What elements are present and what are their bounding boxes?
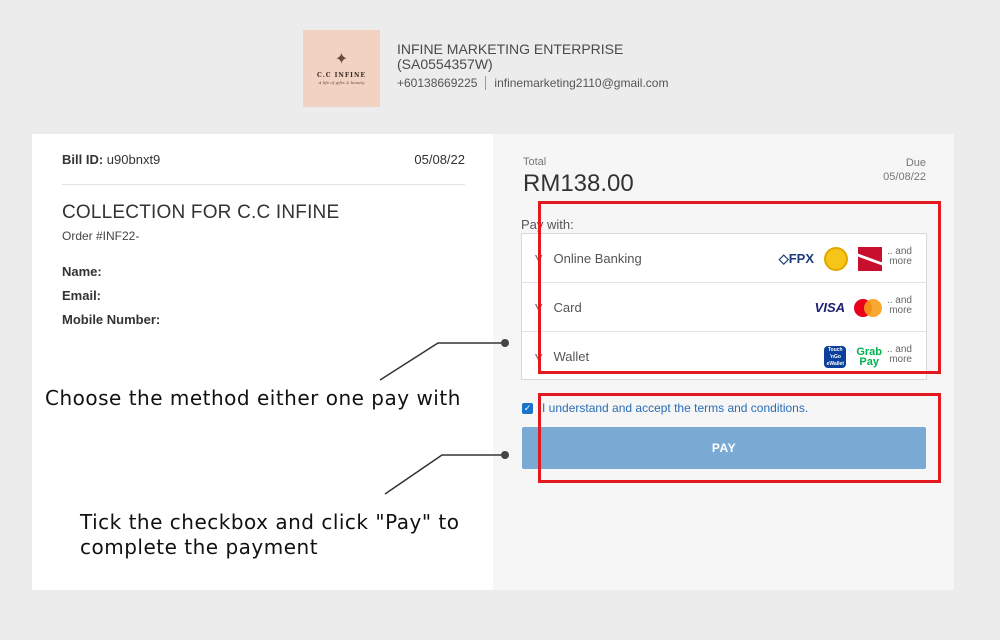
logo-name: C.C INFINE — [316, 72, 367, 79]
payment-panel: Total RM138.00 Due 05/08/22 Pay with: v … — [493, 134, 954, 590]
bill-divider — [62, 184, 465, 185]
due-label: Due — [905, 157, 926, 169]
merchant-name: INFINE MARKETING ENTERPRISE — [397, 41, 624, 57]
bill-id-row: Bill ID: u90bnxt9 05/08/22 — [62, 152, 465, 167]
annotation-choose-method: Choose the method either one pay with — [45, 386, 461, 410]
annotation-tick-line1: Tick the checkbox and click "Pay" to — [80, 510, 460, 534]
cake-icon: ✦ — [334, 51, 349, 68]
payment-methods-highlight — [538, 201, 941, 374]
terms-checkbox[interactable]: ✓ — [522, 402, 533, 414]
bill-id-label: Bill ID: — [62, 152, 104, 167]
collection-title: COLLECTION FOR C.C INFINE — [62, 202, 340, 223]
annotation-tick-pay: Tick the checkbox and click "Pay" to com… — [80, 510, 459, 560]
name-label: Name: — [62, 264, 102, 279]
merchant-phone[interactable]: +60138669225 — [397, 76, 477, 90]
merchant-registration: (SA0554357W) — [397, 56, 493, 72]
total-amount: RM138.00 — [523, 170, 634, 197]
total-label: Total — [523, 156, 547, 168]
merchant-info: INFINE MARKETING ENTERPRISE (SA0554357W)… — [397, 42, 668, 107]
merchant-email[interactable]: infinemarketing2110@gmail.com — [494, 76, 668, 90]
contact-separator — [485, 76, 487, 90]
order-number: Order #INF22- — [62, 229, 140, 243]
mobile-label: Mobile Number: — [62, 312, 161, 327]
merchant-header: ✦ C.C INFINE A life of gifts & beauty IN… — [303, 30, 668, 107]
bill-date: 05/08/22 — [414, 152, 465, 167]
bill-id-value: u90bnxt9 — [106, 152, 161, 167]
terms-pay-highlight — [538, 393, 941, 483]
due-date: 05/08/22 — [883, 171, 926, 183]
due-block: Due 05/08/22 — [883, 156, 926, 184]
email-label: Email: — [62, 288, 102, 303]
merchant-logo: ✦ C.C INFINE A life of gifts & beauty — [303, 30, 380, 107]
logo-tagline: A life of gifts & beauty — [318, 80, 365, 85]
merchant-contact: +60138669225 infinemarketing2110@gmail.c… — [397, 76, 668, 90]
annotation-tick-line2: complete the payment — [80, 535, 319, 559]
